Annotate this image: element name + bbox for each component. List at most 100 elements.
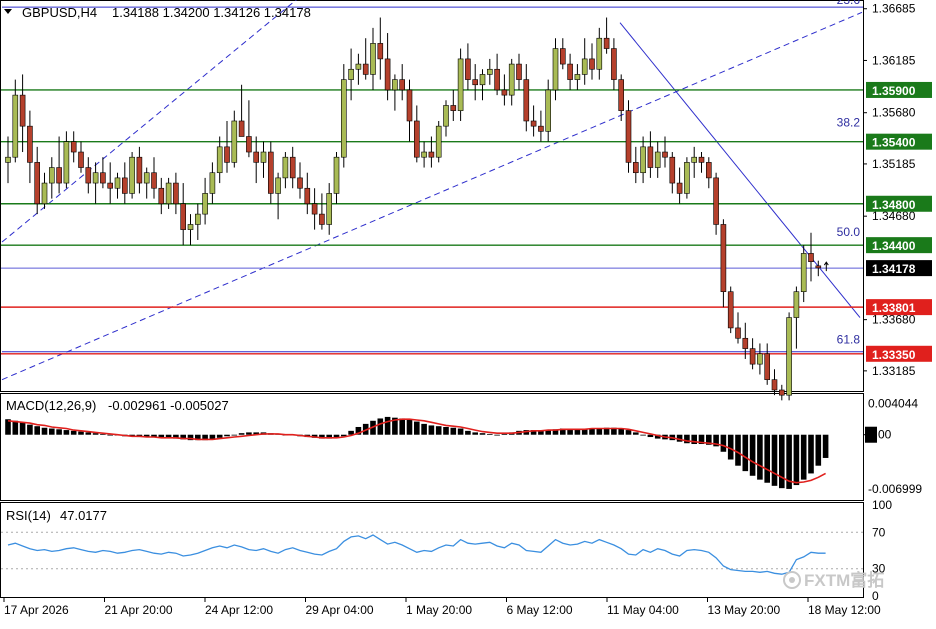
price-tick-label: 1.35680 — [872, 106, 916, 120]
time-tick-label: 1 May 20:00 — [406, 603, 472, 617]
macd-histogram-bar — [684, 434, 690, 444]
macd-histogram-bar — [78, 431, 84, 435]
candle-body — [757, 353, 763, 365]
price-plot-area: 23.6 38.2 50.0 61.8 — [1, 0, 863, 401]
candle-body — [165, 182, 172, 205]
candle-body — [720, 224, 727, 293]
candle-body — [92, 172, 99, 184]
macd-histogram-bar — [63, 430, 70, 435]
candle-body — [530, 120, 537, 127]
triangle-down-icon[interactable] — [4, 9, 12, 14]
macd-histogram-bar — [757, 434, 763, 480]
candle-body — [253, 151, 259, 163]
candle-body — [640, 146, 646, 174]
candle-body — [742, 337, 749, 349]
candle-body — [27, 125, 33, 163]
candle-body — [611, 48, 617, 80]
macd-histogram-bar — [34, 426, 40, 435]
candle-body — [173, 182, 179, 205]
candle-body — [786, 317, 792, 396]
candle-body — [698, 156, 705, 163]
candle-body — [78, 151, 84, 168]
macd-histogram-bar — [596, 428, 603, 435]
rsi-title: RSI(14) — [6, 508, 51, 523]
rsi-panel-frame — [0, 502, 864, 598]
candle-body — [450, 105, 457, 111]
watermark-text: FXTM富拓 — [804, 570, 884, 590]
candle-body — [501, 89, 508, 96]
candle-body — [56, 167, 62, 184]
candle-body — [523, 79, 530, 122]
macd-histogram-bar — [501, 433, 508, 435]
time-tick-label: 17 Apr 2026 — [4, 603, 69, 617]
candle-body — [793, 291, 800, 318]
candle-body — [669, 156, 676, 184]
macd-tick-label: 0.004044 — [868, 396, 918, 410]
candle-body — [581, 58, 588, 75]
candle-body — [107, 182, 113, 189]
macd-histogram-bar — [640, 434, 646, 436]
time-tick-label: 6 May 12:00 — [507, 603, 573, 617]
candle-body — [19, 94, 26, 127]
price-tick-label: 1.36685 — [872, 2, 916, 16]
macd-histogram-bar — [12, 420, 19, 435]
macd-histogram-bar — [56, 429, 62, 435]
level-price-tag-label: 1.35400 — [872, 136, 916, 150]
candle-body — [348, 68, 354, 80]
macd-histogram-bar — [428, 425, 435, 435]
candle-body — [654, 151, 661, 168]
candle-body — [311, 203, 318, 215]
level-price-tag-label: 1.33350 — [872, 348, 916, 362]
candle-body — [713, 177, 719, 225]
candle-body — [808, 253, 814, 263]
fib-label: 23.6 — [837, 0, 861, 7]
fib-label: 50.0 — [837, 225, 861, 239]
candle-body — [129, 156, 135, 194]
candle-body — [392, 79, 398, 91]
candle-body — [114, 177, 121, 189]
chart-canvas: 23.6 38.2 50.0 61.8 1.36685 1.36185 1.35680 1.… — [0, 0, 932, 617]
candle-body — [465, 58, 471, 80]
candle-body — [304, 187, 311, 205]
level-price-tag-label: 1.34800 — [872, 198, 916, 212]
chart-container: 23.6 38.2 50.0 61.8 1.36685 1.36185 1.35680 1.… — [0, 0, 936, 624]
macd-histogram-bar — [443, 426, 449, 435]
candle-body — [260, 151, 267, 163]
macd-histogram-bar — [815, 434, 822, 466]
time-tick-label: 11 May 04:00 — [607, 603, 679, 617]
macd-histogram-bar — [19, 422, 26, 435]
macd-histogram-bar — [720, 434, 727, 452]
macd-histogram-bar — [581, 429, 588, 435]
candle-body — [231, 120, 238, 163]
candle-body — [691, 156, 698, 163]
macd-histogram-bar — [85, 432, 92, 435]
macd-histogram-bar — [27, 424, 33, 435]
macd-histogram-bar — [216, 434, 223, 438]
rsi-tick-label: 70 — [872, 525, 886, 539]
macd-histogram-bar — [633, 432, 639, 435]
macd-histogram-bar — [384, 416, 391, 435]
macd-histogram-bar — [494, 434, 500, 436]
candle-body — [413, 120, 420, 158]
candle-body — [355, 63, 362, 70]
candle-body — [370, 43, 376, 75]
time-tick-label: 29 Apr 04:00 — [306, 603, 374, 617]
candle-body — [428, 151, 435, 158]
rsi-tick-label: 100 — [872, 498, 892, 512]
candle-body — [195, 213, 201, 225]
macd-histogram-bar — [808, 434, 814, 474]
price-tick-label: 1.35185 — [872, 157, 916, 171]
macd-histogram-bar — [465, 430, 471, 435]
macd-histogram-bar — [625, 430, 632, 435]
candle-body — [749, 348, 756, 365]
macd-histogram-bar — [800, 434, 807, 480]
fib-label: 38.2 — [837, 115, 861, 129]
candle-body — [538, 125, 544, 132]
candle-body — [34, 162, 41, 205]
candle-body — [151, 172, 157, 189]
candle-body — [815, 265, 822, 269]
candle-body — [435, 125, 442, 158]
candle-body — [545, 89, 552, 132]
candle-body — [516, 63, 522, 80]
macd-histogram-bar — [377, 418, 384, 435]
